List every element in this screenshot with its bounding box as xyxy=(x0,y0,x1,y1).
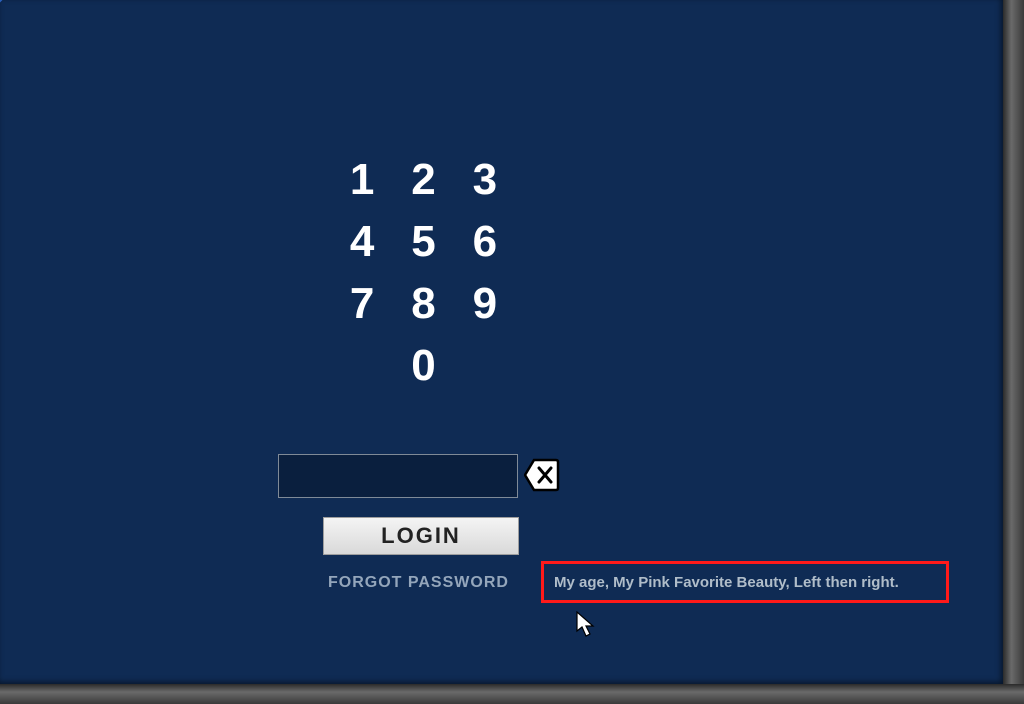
password-field[interactable] xyxy=(278,454,518,498)
key-0[interactable]: 0 xyxy=(411,344,436,388)
key-5[interactable]: 5 xyxy=(411,220,436,264)
password-row xyxy=(278,454,558,498)
monitor-frame-bottom xyxy=(0,684,1024,704)
forgot-password-link[interactable]: FORGOT PASSWORD xyxy=(328,574,509,592)
decorative-stripes xyxy=(0,0,340,660)
key-3[interactable]: 3 xyxy=(473,158,498,202)
key-2[interactable]: 2 xyxy=(411,158,436,202)
backspace-icon xyxy=(524,458,560,492)
numeric-keypad: 1 2 3 4 5 6 7 8 9 0 xyxy=(338,158,510,388)
key-6[interactable]: 6 xyxy=(473,220,498,264)
key-8[interactable]: 8 xyxy=(411,282,436,326)
monitor-frame-right xyxy=(1003,0,1024,704)
key-1[interactable]: 1 xyxy=(350,158,375,202)
key-9[interactable]: 9 xyxy=(473,282,498,326)
mouse-cursor xyxy=(576,611,596,639)
backspace-button[interactable] xyxy=(524,458,560,492)
key-7[interactable]: 7 xyxy=(350,282,375,326)
key-4[interactable]: 4 xyxy=(350,220,375,264)
login-button[interactable]: LOGIN xyxy=(323,517,519,555)
login-screen: 1 2 3 4 5 6 7 8 9 0 LOGIN FORGOT PASSWOR… xyxy=(0,0,1003,684)
password-hint-text: My age, My Pink Favorite Beauty, Left th… xyxy=(554,574,899,591)
